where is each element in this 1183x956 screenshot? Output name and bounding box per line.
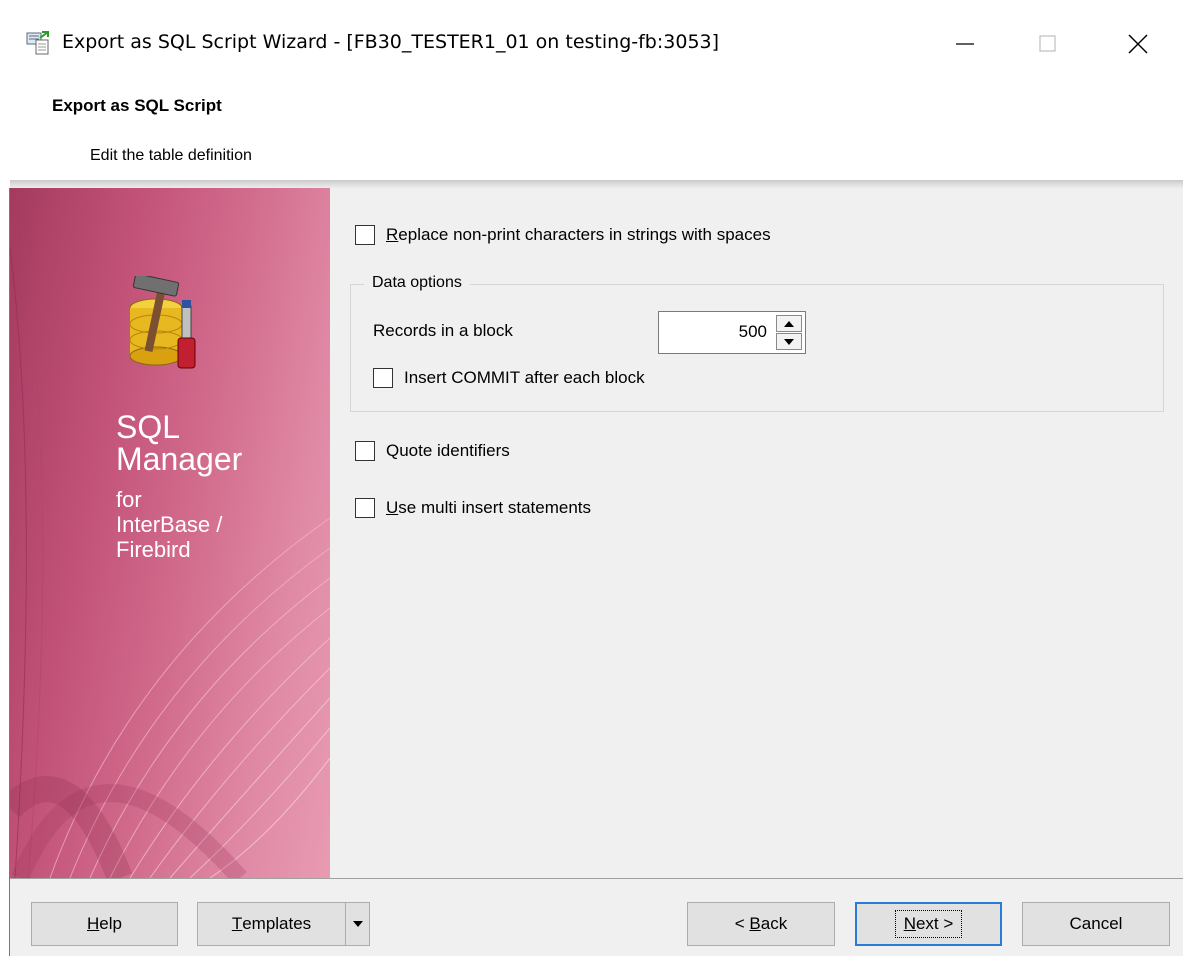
options-panel: Replace non-print characters in strings … [330,188,1183,878]
brand-sql: SQL [116,409,181,445]
product-banner: SQL Manager for InterBase / Firebird [10,188,330,878]
templates-button[interactable]: Templates [197,902,346,946]
insert-commit-checkbox[interactable] [373,368,393,388]
header-separator [10,180,1183,188]
dropdown-arrow-icon [352,921,363,927]
quote-identifiers-label[interactable]: Quote identifiers [386,441,510,461]
templates-dropdown-button[interactable] [345,902,370,946]
spin-up-icon [784,320,794,327]
records-in-block-value: 500 [738,322,767,341]
replace-nonprint-label[interactable]: Replace non-print characters in strings … [386,225,771,245]
spin-down-button[interactable] [776,333,802,350]
records-in-block-label: Records in a block [373,321,513,340]
spin-up-button[interactable] [776,315,802,332]
app-export-icon [26,31,49,55]
data-options-legend: Data options [364,274,470,292]
cancel-button[interactable]: Cancel [1022,902,1170,946]
brand-firebird: Firebird [116,537,191,562]
step-title: Export as SQL Script [52,96,222,115]
spin-down-icon [784,338,794,345]
maximize-icon [1039,35,1056,52]
help-button[interactable]: Help [31,902,178,946]
brand-for: for [116,487,142,512]
records-in-block-spinner[interactable]: 500 [658,311,806,354]
back-button[interactable]: < Back [687,902,835,946]
step-subtitle: Edit the table definition [90,147,252,164]
wizard-header: Export as SQL Script Edit the table defi… [0,82,1183,182]
window-title: Export as SQL Script Wizard - [FB30_TEST… [62,31,720,53]
quote-identifiers-checkbox[interactable] [355,441,375,461]
sql-manager-logo-icon [129,276,196,369]
title-bar: Export as SQL Script Wizard - [FB30_TEST… [0,0,1183,82]
close-button[interactable] [1108,22,1168,66]
minimize-button[interactable] [935,22,995,66]
multi-insert-checkbox[interactable] [355,498,375,518]
replace-nonprint-checkbox[interactable] [355,225,375,245]
wizard-window: Export as SQL Script Wizard - [FB30_TEST… [0,0,1183,956]
insert-commit-label[interactable]: Insert COMMIT after each block [404,368,645,388]
maximize-button[interactable] [1018,22,1078,66]
minimize-icon [956,43,974,45]
next-button[interactable]: Next > [855,902,1002,946]
close-icon [1128,34,1148,54]
brand-manager: Manager [116,441,243,477]
wizard-footer: Help Templates < Back Next > Cancel [10,878,1183,956]
multi-insert-label[interactable]: Use multi insert statements [386,498,591,518]
brand-interbase: InterBase / [116,512,223,537]
